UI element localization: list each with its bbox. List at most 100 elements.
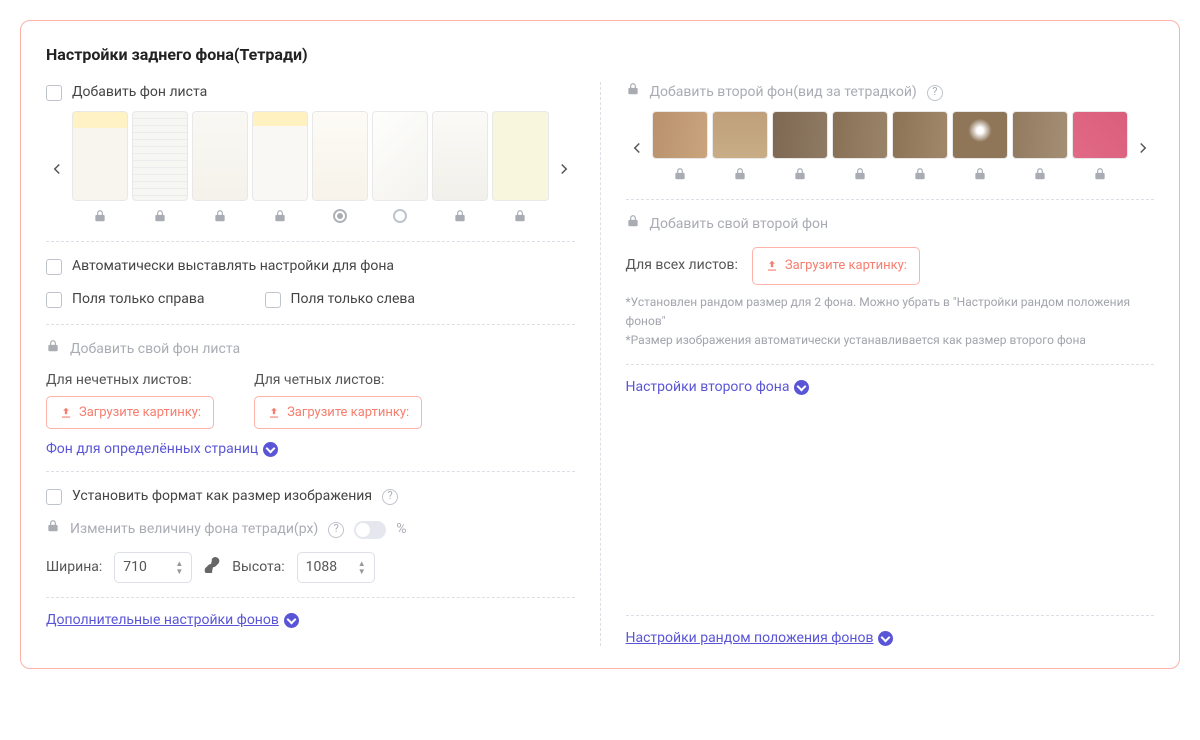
chevron-down-icon [878, 631, 893, 646]
help-icon[interactable]: ? [382, 489, 398, 505]
second-bg-thumb[interactable] [1072, 111, 1128, 159]
sheet-bg-thumb[interactable] [72, 111, 128, 201]
background-settings-card: Настройки заднего фона(Тетради) Добавить… [20, 20, 1180, 669]
lock-icon [1093, 167, 1107, 185]
note-2: *Размер изображения автоматически устана… [626, 331, 1155, 350]
second-bg-thumb[interactable] [1012, 111, 1068, 159]
sheet-bg-radio[interactable] [393, 209, 407, 223]
sheet-bg-thumb[interactable] [132, 111, 188, 201]
upload-even-button[interactable]: Загрузите картинку: [254, 396, 422, 429]
chevron-down-icon [794, 380, 809, 395]
px-percent-switch[interactable] [354, 521, 386, 539]
upload-even-label: Загрузите картинку: [287, 405, 409, 420]
second-bg-settings-label: Настройки второго фона [626, 379, 790, 395]
sheet-bg-thumb[interactable] [492, 111, 548, 201]
lock-icon [513, 209, 527, 227]
second-bg-thumb[interactable] [652, 111, 708, 159]
second-bg-thumb[interactable] [772, 111, 828, 159]
add-sheet-bg-checkbox[interactable] [46, 85, 62, 101]
second-bg-thumb[interactable] [892, 111, 948, 159]
help-icon[interactable]: ? [927, 85, 943, 101]
lock-icon [626, 214, 640, 235]
lock-icon [1033, 167, 1047, 185]
help-icon[interactable]: ? [328, 522, 344, 538]
margin-left-label: Поля только слева [291, 289, 415, 310]
stepper-icon: ▲▼ [175, 560, 183, 576]
lock-icon [46, 519, 60, 540]
lock-icon [793, 167, 807, 185]
margin-right-label: Поля только справа [72, 289, 205, 310]
margin-right-checkbox[interactable] [46, 292, 62, 308]
upload-icon [765, 259, 779, 273]
carousel-prev[interactable] [46, 154, 68, 184]
chevron-down-icon [263, 442, 278, 457]
upload-odd-button[interactable]: Загрузите картинку: [46, 396, 214, 429]
second-bg-settings-toggle[interactable]: Настройки второго фона [626, 379, 810, 395]
lock-icon [733, 167, 747, 185]
width-value: 710 [123, 557, 147, 578]
second-bg-thumb[interactable] [952, 111, 1008, 159]
lock-icon [273, 209, 287, 227]
carousel-next[interactable] [553, 154, 575, 184]
sheet-bg-carousel [46, 111, 575, 227]
sheet-bg-thumb[interactable] [432, 111, 488, 201]
right-column: Добавить второй фон(вид за тетрадкой) ? [626, 82, 1155, 646]
add-second-bg-label: Добавить второй фон(вид за тетрадкой) [650, 82, 917, 103]
sheet-bg-thumb[interactable] [192, 111, 248, 201]
sheet-bg-thumb[interactable] [252, 111, 308, 201]
for-all-sheets-label: Для всех листов: [626, 255, 738, 276]
margin-left-checkbox[interactable] [265, 292, 281, 308]
lock-icon [153, 209, 167, 227]
carousel-next[interactable] [1132, 133, 1154, 163]
format-as-image-label: Установить формат как размер изображения [72, 486, 372, 507]
stepper-icon: ▲▼ [358, 560, 366, 576]
height-label: Высота: [232, 557, 284, 578]
bg-specific-pages-label: Фон для определённых страниц [46, 441, 258, 457]
second-bg-carousel [626, 111, 1155, 185]
even-sheets-label: Для четных листов: [254, 372, 422, 388]
carousel-prev[interactable] [626, 133, 648, 163]
percent-label: % [396, 519, 406, 540]
add-own-sheet-bg-label: Добавить свой фон листа [70, 339, 240, 360]
width-input[interactable]: 710 ▲▼ [114, 552, 192, 583]
sheet-bg-radio[interactable] [333, 209, 347, 223]
lock-icon [626, 82, 640, 103]
sheet-bg-thumb[interactable] [312, 111, 368, 201]
link-icon[interactable] [204, 556, 220, 580]
upload-all-button[interactable]: Загрузите картинку: [752, 247, 920, 285]
lock-icon [973, 167, 987, 185]
more-bg-settings-toggle[interactable]: Дополнительные настройки фонов [46, 612, 299, 628]
add-own-second-bg-label: Добавить свой второй фон [650, 214, 829, 235]
add-sheet-bg-label: Добавить фон листа [72, 82, 207, 103]
random-pos-settings-toggle[interactable]: Настройки рандом положения фонов [626, 630, 894, 646]
lock-icon [673, 167, 687, 185]
section-title: Настройки заднего фона(Тетради) [46, 45, 1154, 64]
note-1: *Установлен рандом размер для 2 фона. Мо… [626, 293, 1155, 331]
sheet-bg-thumb[interactable] [372, 111, 428, 201]
second-bg-thumb[interactable] [832, 111, 888, 159]
random-pos-settings-label: Настройки рандом положения фонов [626, 630, 874, 646]
width-label: Ширина: [46, 557, 102, 578]
upload-icon [267, 406, 281, 420]
second-bg-thumb[interactable] [712, 111, 768, 159]
left-column: Добавить фон листа [46, 82, 575, 646]
auto-settings-label: Автоматически выставлять настройки для ф… [72, 256, 394, 277]
bg-specific-pages-toggle[interactable]: Фон для определённых страниц [46, 441, 278, 457]
format-as-image-checkbox[interactable] [46, 489, 62, 505]
lock-icon [853, 167, 867, 185]
change-size-label: Изменить величину фона тетради(px) [70, 519, 318, 540]
lock-icon [453, 209, 467, 227]
height-input[interactable]: 1088 ▲▼ [297, 552, 375, 583]
upload-icon [59, 406, 73, 420]
lock-icon [913, 167, 927, 185]
upload-all-label: Загрузите картинку: [785, 256, 907, 276]
odd-sheets-label: Для нечетных листов: [46, 372, 214, 388]
more-bg-settings-label: Дополнительные настройки фонов [46, 612, 279, 628]
lock-icon [213, 209, 227, 227]
auto-settings-checkbox[interactable] [46, 259, 62, 275]
upload-odd-label: Загрузите картинку: [79, 405, 201, 420]
chevron-down-icon [284, 613, 299, 628]
lock-icon [93, 209, 107, 227]
lock-icon [46, 339, 60, 360]
height-value: 1088 [306, 557, 337, 578]
